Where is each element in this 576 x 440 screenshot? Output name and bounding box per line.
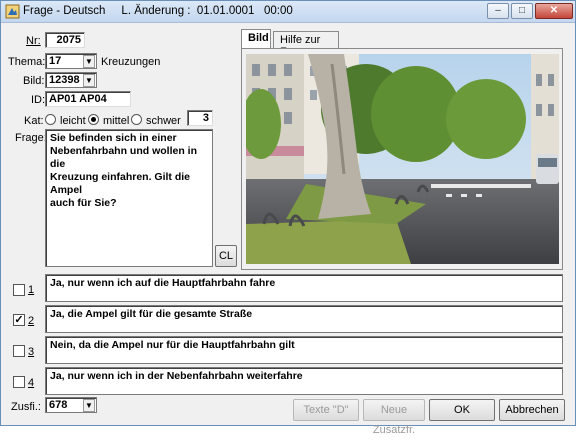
answer-checkbox-2[interactable]: ✓ xyxy=(13,314,25,326)
frage-label: Frage: xyxy=(15,132,47,144)
thema-select-value: 17 xyxy=(49,55,62,67)
answer-field-2[interactable]: Ja, die Ampel gilt für die gesamte Straß… xyxy=(45,305,563,333)
bild-label: Bild: xyxy=(23,75,45,87)
cl-button[interactable]: CL xyxy=(215,245,237,267)
kat-value-field[interactable]: 3 xyxy=(187,110,213,126)
close-button[interactable]: ✕ xyxy=(535,3,573,19)
ok-button[interactable]: OK xyxy=(429,399,495,421)
answer-field-4[interactable]: Ja, nur wenn ich in der Nebenfahrbahn we… xyxy=(45,367,563,395)
chevron-down-icon[interactable]: ▼ xyxy=(83,55,95,68)
thema-text: Kreuzungen xyxy=(101,56,161,68)
question-photo xyxy=(246,54,559,264)
kat-option-schwer: schwer xyxy=(146,115,181,127)
maximize-button[interactable]: □ xyxy=(511,3,533,19)
minimize-button[interactable]: – xyxy=(487,3,509,19)
id-label: ID: xyxy=(31,94,46,106)
answer-checkbox-1[interactable] xyxy=(13,284,25,296)
answer-checkbox-3[interactable] xyxy=(13,345,25,357)
cancel-button[interactable]: Abbrechen xyxy=(499,399,565,421)
chevron-down-icon[interactable]: ▼ xyxy=(83,399,95,412)
bild-select-value: 12398 xyxy=(49,74,80,86)
bild-select[interactable]: 12398 ▼ xyxy=(45,72,97,88)
tab-bild[interactable]: Bild xyxy=(241,29,271,49)
window-app-icon xyxy=(5,4,20,19)
neue-zusatzfrage-button[interactable]: Neue Zusatzfr. xyxy=(363,399,425,436)
zusf-select[interactable]: 678 ▼ xyxy=(45,397,97,413)
answer-field-1[interactable]: Ja, nur wenn ich auf die Hauptfahrbahn f… xyxy=(45,274,563,302)
id-input[interactable]: AP01 AP04 xyxy=(45,91,131,107)
answer-field-3[interactable]: Nein, da die Ampel nur für die Hauptfahr… xyxy=(45,336,563,364)
answer-checkbox-4[interactable] xyxy=(13,376,25,388)
zusf-select-value: 678 xyxy=(49,399,68,411)
title-bar[interactable]: Frage - Deutsch L. Änderung : 01.01.0001… xyxy=(1,1,575,23)
answer-number-2: 2 xyxy=(28,315,35,327)
answer-number-3: 3 xyxy=(28,346,35,358)
question-textarea[interactable]: Sie befinden sich in einer Nebenfahrbahn… xyxy=(45,129,213,267)
thema-label: Thema: xyxy=(8,56,46,68)
tab-panel-bild xyxy=(241,48,563,270)
chevron-down-icon[interactable]: ▼ xyxy=(83,74,95,87)
kat-option-mittel: mittel xyxy=(103,115,130,127)
answer-number-4: 4 xyxy=(28,377,35,389)
kat-radio-schwer[interactable] xyxy=(131,114,142,125)
nr-field[interactable]: 2075 xyxy=(45,32,85,48)
thema-select[interactable]: 17 ▼ xyxy=(45,53,97,69)
kat-option-leicht: leicht xyxy=(60,115,86,127)
tab-hilfe-zur-frage[interactable]: Hilfe zur Frage xyxy=(273,31,339,58)
zusf-label: Zusfi.: xyxy=(11,401,41,413)
texte-d-button[interactable]: Texte "D" xyxy=(293,399,359,421)
kat-radio-mittel[interactable] xyxy=(88,114,99,125)
question-window: Frage - Deutsch L. Änderung : 01.01.0001… xyxy=(0,0,576,436)
kat-radio-leicht[interactable] xyxy=(45,114,56,125)
kat-label: Kat: xyxy=(24,115,44,127)
window-title: Frage - Deutsch L. Änderung : 01.01.0001… xyxy=(23,5,293,17)
nr-label: Nr: xyxy=(26,35,41,47)
answer-number-1: 1 xyxy=(28,284,35,296)
